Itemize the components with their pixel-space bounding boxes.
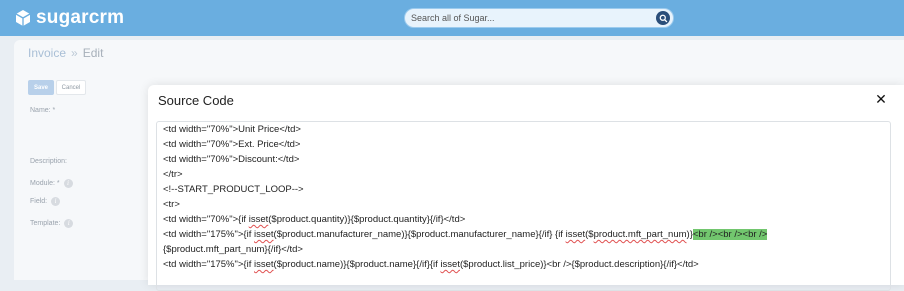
- code-line: <!--START_PRODUCT_LOOP-->: [163, 184, 304, 195]
- info-icon[interactable]: i: [63, 179, 73, 188]
- logo-text: sugarcrm: [36, 7, 125, 28]
- code-text: ($: [585, 229, 594, 240]
- code-line: <td width="70%">Discount:</td>: [163, 154, 300, 165]
- field-name-text: Name: *: [30, 107, 56, 114]
- field-template-label: Template: i: [30, 219, 74, 228]
- code-line: <tr>: [163, 199, 180, 210]
- code-text: ($product.name)}{$product.name}{/if}{if: [273, 259, 441, 270]
- field-template-text: Template:: [30, 220, 61, 227]
- code-text: )}: [686, 229, 693, 240]
- breadcrumb-action: Edit: [82, 46, 104, 60]
- code-text: isset: [254, 259, 274, 270]
- code-text: isset: [254, 229, 274, 240]
- dialog-title: Source Code: [158, 93, 234, 108]
- search-button[interactable]: [656, 11, 670, 25]
- highlighted-code: <br /><br /><br />: [692, 229, 768, 240]
- cancel-button[interactable]: Cancel: [56, 80, 86, 95]
- close-icon[interactable]: ✕: [874, 91, 888, 107]
- field-field-text: Field:: [30, 198, 48, 205]
- info-icon[interactable]: i: [51, 197, 61, 206]
- code-line: <td width="175%">{if isset($product.name…: [163, 259, 699, 271]
- field-name-label: Name: *: [30, 107, 55, 114]
- sugar-cube-icon: [15, 10, 31, 26]
- code-text: product.mft_part_num: [593, 229, 687, 240]
- search-icon: [659, 14, 667, 22]
- global-search: [404, 8, 674, 28]
- field-field-label: Field: i: [30, 197, 61, 206]
- field-description-text: Description:: [30, 158, 67, 165]
- code-text: <td width="175%">{if: [163, 259, 254, 270]
- info-icon[interactable]: i: [64, 219, 74, 228]
- breadcrumb-separator: »: [71, 46, 78, 60]
- code-line: <td width="70%">Unit Price</td>: [163, 124, 301, 135]
- code-text: ($product.list_price)}<br />{$product.de…: [459, 259, 699, 270]
- code-line: </tr>: [163, 169, 183, 180]
- code-line: <td width="175%">{if isset($product.manu…: [163, 229, 768, 241]
- top-navbar: sugarcrm: [0, 0, 904, 36]
- code-text: isset: [248, 214, 269, 225]
- source-code-editor[interactable]: <td width="70%">Unit Price</td> <td widt…: [156, 121, 891, 291]
- code-line: {$product.mft_part_num}{/if}</td>: [163, 244, 303, 255]
- code-text: <td width="175%">{if: [163, 229, 254, 240]
- code-text: ($product.manufacturer_name)}{$product.m…: [273, 229, 566, 240]
- code-text: isset: [440, 259, 460, 270]
- save-button[interactable]: Save: [28, 80, 54, 95]
- search-input[interactable]: [411, 9, 651, 27]
- breadcrumb: Invoice » Edit: [28, 46, 103, 60]
- field-module-text: Module: *: [30, 180, 60, 187]
- code-line: <td width="70%">{if isset($product.quant…: [163, 214, 465, 226]
- code-text: isset: [565, 229, 586, 240]
- logo[interactable]: sugarcrm: [14, 7, 124, 29]
- field-description-label: Description:: [30, 158, 67, 165]
- breadcrumb-module[interactable]: Invoice: [28, 46, 66, 60]
- code-text: <td width="70%">{if: [163, 214, 249, 225]
- field-module-label: Module: * i: [30, 179, 73, 188]
- code-line: <td width="70%">Ext. Price</td>: [163, 139, 301, 150]
- code-text: ($product.quantity)}{$product.quantity}{…: [268, 214, 466, 225]
- source-code-dialog: Source Code ✕ <td width="70%">Unit Price…: [148, 85, 904, 291]
